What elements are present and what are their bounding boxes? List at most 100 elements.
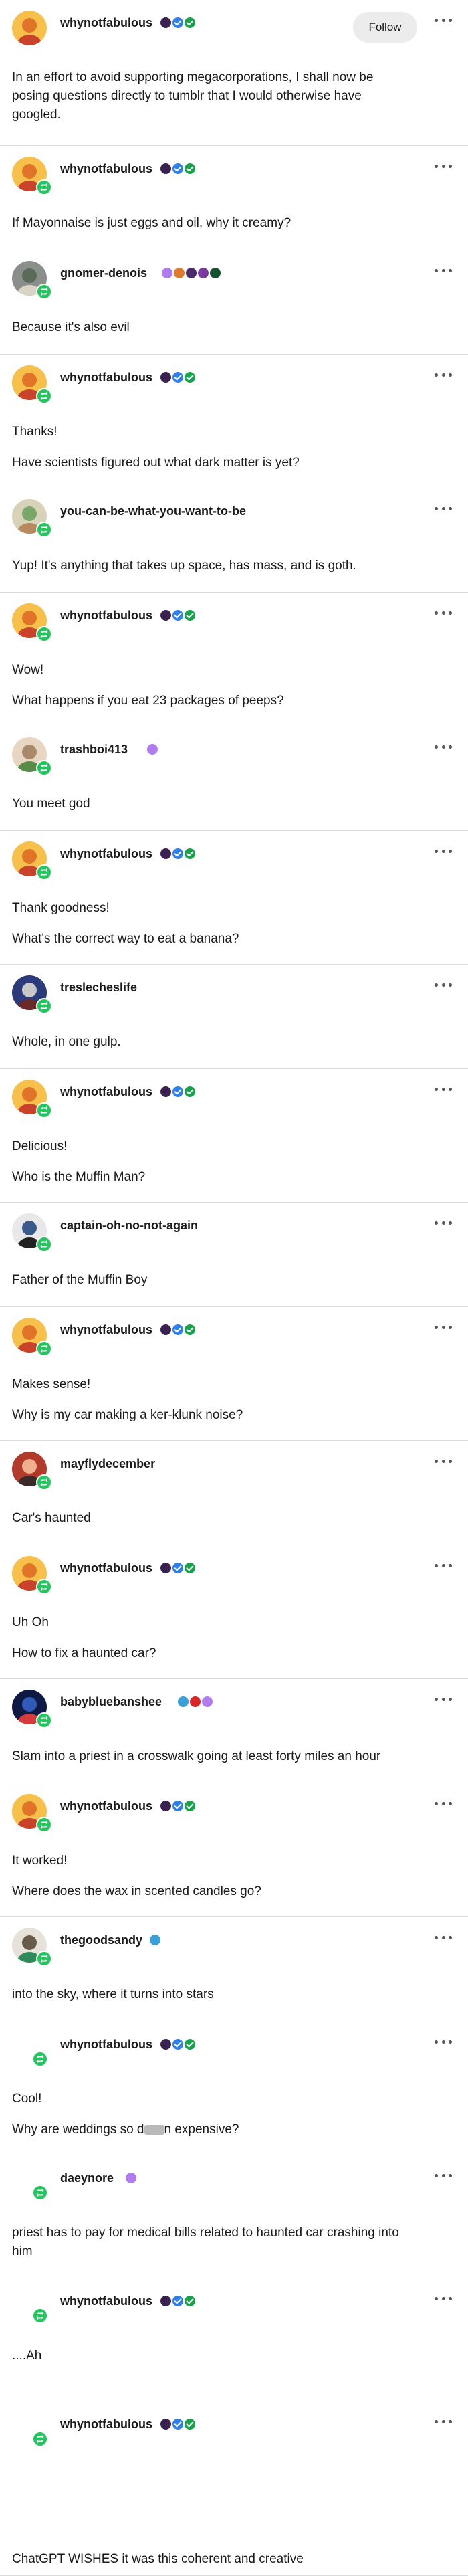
badge-list xyxy=(160,17,195,29)
verified-badge-icon xyxy=(172,1086,183,1097)
more-options-icon[interactable] xyxy=(435,978,452,991)
username-link[interactable]: whynotfabulous xyxy=(60,1323,152,1337)
more-options-icon[interactable] xyxy=(435,2292,452,2305)
more-options-icon[interactable] xyxy=(435,1559,452,1572)
reblog-icon xyxy=(36,1951,52,1967)
post-text: Where does the wax in scented candles go… xyxy=(12,1884,261,1898)
reblog-entry: whynotfabulous Makes sense! Why is my car … xyxy=(0,1307,468,1441)
post-text: ChatGPT WISHES it was this coherent and … xyxy=(12,2552,304,2566)
username-link[interactable]: whynotfabulous xyxy=(60,1561,152,1575)
username-link[interactable]: whynotfabulous xyxy=(60,1799,152,1813)
badge-list xyxy=(160,848,195,860)
username-link[interactable]: whynotfabulous xyxy=(60,847,152,861)
more-options-icon[interactable] xyxy=(435,368,452,381)
more-options-icon[interactable] xyxy=(435,2415,452,2428)
more-options-icon[interactable] xyxy=(435,2169,452,2182)
more-options-icon[interactable] xyxy=(435,159,452,173)
verified-badge-icon xyxy=(185,1563,195,1573)
verified-badge-icon xyxy=(185,848,195,859)
post-text: Delicious! xyxy=(12,1139,68,1153)
profile-badge-icon xyxy=(190,1696,201,1707)
post-text: ....Ah xyxy=(12,2349,42,2363)
reblog-icon xyxy=(36,1817,52,1833)
post-text-part: n expensive? xyxy=(164,2122,239,2137)
reblog-entry: whynotfabulous Delicious! Who is the Muffi… xyxy=(0,1069,468,1203)
username-link[interactable]: whynotfabulous xyxy=(60,2294,152,2308)
username-link[interactable]: whynotfabulous xyxy=(60,16,152,30)
profile-badge-icon xyxy=(160,1563,171,1573)
username-link[interactable]: thegoodsandy xyxy=(60,1933,142,1947)
reblog-entry: whynotfabulous Uh Oh How to fix a haunted … xyxy=(0,1545,468,1679)
more-options-icon[interactable] xyxy=(435,844,452,858)
reblog-entry: whynotfabulous ....Ah xyxy=(0,2278,468,2401)
username-link[interactable]: whynotfabulous xyxy=(60,371,152,385)
more-options-icon[interactable] xyxy=(435,1216,452,1229)
avatar[interactable] xyxy=(12,11,47,45)
more-options-icon[interactable] xyxy=(435,1930,452,1944)
reblog-entry: daeynore priest has to pay for medical bi… xyxy=(0,2155,468,2278)
reblog-icon xyxy=(32,2051,48,2067)
more-options-icon[interactable] xyxy=(435,264,452,277)
more-options-icon[interactable] xyxy=(435,1797,452,1810)
post-text: Have scientists figured out what dark ma… xyxy=(12,456,300,470)
badge-list xyxy=(160,2039,195,2051)
verified-badge-icon xyxy=(172,848,183,859)
username-link[interactable]: mayflydecember xyxy=(60,1457,155,1471)
profile-badge-icon xyxy=(202,1696,213,1707)
reblog-entry: whynotfabulous If Mayonnaise is just eggs… xyxy=(0,146,468,250)
profile-badge-icon xyxy=(160,163,171,174)
more-options-icon[interactable] xyxy=(435,1082,452,1096)
post-text: into the sky, where it turns into stars xyxy=(12,1987,214,2001)
profile-badge-icon xyxy=(160,848,171,859)
profile-badge-icon xyxy=(160,1324,171,1335)
username-link[interactable]: whynotfabulous xyxy=(60,2417,152,2432)
reblog-icon xyxy=(36,1474,52,1490)
verified-badge-icon xyxy=(172,1563,183,1573)
username-link[interactable]: treslecheslife xyxy=(60,981,137,995)
badge-list xyxy=(160,610,195,622)
more-options-icon[interactable] xyxy=(435,1454,452,1468)
username-link[interactable]: whynotfabulous xyxy=(60,2038,152,2052)
verified-badge-icon xyxy=(172,2419,183,2430)
post-text: him xyxy=(12,2244,33,2258)
reblog-entry: whynotfabulous Wow! What happens if you ea… xyxy=(0,593,468,726)
profile-badge-icon xyxy=(160,2419,171,2430)
reblog-entry: babybluebanshee Slam into a priest in a c… xyxy=(0,1679,468,1783)
username-link[interactable]: you-can-be-what-you-want-to-be xyxy=(60,504,246,518)
username-link[interactable]: gnomer-denois xyxy=(60,266,147,280)
more-options-icon[interactable] xyxy=(435,1692,452,1706)
more-options-icon[interactable] xyxy=(435,1320,452,1334)
verified-badge-icon xyxy=(172,17,183,28)
post-text: If Mayonnaise is just eggs and oil, why … xyxy=(12,216,291,230)
username-link[interactable]: captain-oh-no-not-again xyxy=(60,1219,198,1233)
more-options-icon[interactable] xyxy=(435,502,452,515)
reblog-icon xyxy=(36,1341,52,1357)
more-options-icon[interactable] xyxy=(435,2035,452,2048)
post-text: Wow! xyxy=(12,663,44,677)
reblog-icon xyxy=(36,1102,52,1118)
reblog-entry: thegoodsandy into the sky, where it turns… xyxy=(0,1917,468,2021)
profile-badge-icon xyxy=(147,744,158,755)
reblog-entry: whynotfabulous Cool! Why are weddings so d… xyxy=(0,2021,468,2155)
profile-badge-icon xyxy=(160,610,171,621)
post-text: It worked! xyxy=(12,1854,68,1868)
username-link[interactable]: whynotfabulous xyxy=(60,162,152,176)
username-link[interactable]: daeynore xyxy=(60,2171,114,2185)
more-options-icon[interactable] xyxy=(435,740,452,753)
post-text: How to fix a haunted car? xyxy=(12,1646,156,1660)
username-link[interactable]: whynotfabulous xyxy=(60,1085,152,1099)
username-link[interactable]: whynotfabulous xyxy=(60,609,152,623)
profile-badge-icon xyxy=(160,17,171,28)
more-options-icon[interactable] xyxy=(435,13,452,27)
username-link[interactable]: babybluebanshee xyxy=(60,1695,162,1709)
reblog-icon xyxy=(36,388,52,404)
profile-badge-icon xyxy=(198,268,209,278)
reblog-icon xyxy=(32,2185,48,2201)
reblog-entry: you-can-be-what-you-want-to-be Yup! It's … xyxy=(0,488,468,593)
post-text: Yup! It's anything that takes up space, … xyxy=(12,559,356,573)
profile-badge-icon xyxy=(160,2296,171,2306)
more-options-icon[interactable] xyxy=(435,606,452,619)
follow-button[interactable]: Follow xyxy=(353,12,417,43)
username-link[interactable]: trashboi413 xyxy=(60,742,128,757)
reblog-entry: whynotfabulous ChatGPT WISHES it was this… xyxy=(0,2401,468,2576)
